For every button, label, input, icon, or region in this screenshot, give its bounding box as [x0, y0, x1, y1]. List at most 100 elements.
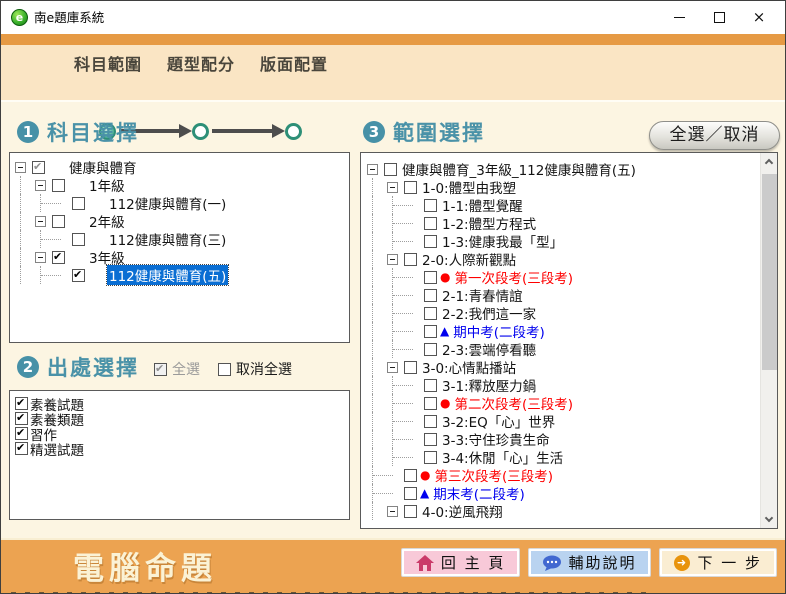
- tree-checkbox[interactable]: [32, 161, 45, 174]
- select-all-toggle-button[interactable]: 全選／取消: [649, 121, 780, 150]
- tree-item-label[interactable]: 1年級: [87, 175, 127, 195]
- window-title: 南e題庫系統: [34, 1, 104, 34]
- tree-checkbox[interactable]: [424, 379, 437, 392]
- select-all-checkbox[interactable]: [154, 363, 167, 376]
- tree-checkbox[interactable]: [424, 397, 437, 410]
- tree-row: 112健康與體育(一): [15, 194, 349, 212]
- tree-item-label[interactable]: 健康與體育: [67, 157, 139, 177]
- tree-checkbox[interactable]: [424, 433, 437, 446]
- tree-item-label[interactable]: 112健康與體育(一): [107, 193, 228, 213]
- tree-checkbox[interactable]: [424, 325, 437, 338]
- deselect-all-control[interactable]: 取消全選: [218, 359, 292, 379]
- tree-row: ▲期中考(二段考): [367, 322, 777, 340]
- tree-checkbox[interactable]: [424, 343, 437, 356]
- tree-checkbox[interactable]: [72, 197, 85, 210]
- tree-checkbox[interactable]: [424, 271, 437, 284]
- tree-item-label[interactable]: 2-1:青春情誼: [440, 285, 525, 305]
- tree-checkbox[interactable]: [424, 217, 437, 230]
- tree-connector: [407, 448, 424, 466]
- tree-item-label[interactable]: 期中考(二段考): [451, 321, 547, 341]
- tree-item-label[interactable]: 1-2:體型方程式: [440, 213, 538, 233]
- tree-item-label[interactable]: 1-3:健康我最「型」: [440, 231, 565, 251]
- tree-checkbox[interactable]: [404, 253, 417, 266]
- tree-expand-toggle[interactable]: [15, 162, 26, 173]
- tree-guide-line: [367, 376, 387, 394]
- tree-expand-toggle[interactable]: [387, 182, 398, 193]
- exam-circle-marker: ●: [440, 396, 450, 410]
- tree-checkbox[interactable]: [404, 505, 417, 518]
- tree-item-label[interactable]: 2-0:人際新觀點: [420, 249, 518, 269]
- tree-item-label[interactable]: 1-0:體型由我塑: [420, 177, 518, 197]
- tree-item-label[interactable]: 第二次段考(三段考): [452, 393, 575, 413]
- tree-guide-line: [367, 502, 387, 520]
- deselect-all-checkbox[interactable]: [218, 363, 231, 376]
- tree-expand-toggle[interactable]: [35, 180, 46, 191]
- source-item-checkbox[interactable]: [15, 397, 28, 410]
- tree-checkbox[interactable]: [52, 215, 65, 228]
- tree-expand-toggle[interactable]: [35, 252, 46, 263]
- tree-guide-line: [367, 178, 387, 196]
- tree-item-label[interactable]: 112健康與體育(三): [107, 229, 228, 249]
- tree-checkbox[interactable]: [424, 235, 437, 248]
- tree-expand-toggle[interactable]: [387, 254, 398, 265]
- minimize-button[interactable]: [659, 1, 699, 33]
- tree-checkbox[interactable]: [404, 361, 417, 374]
- tree-row: 112健康與體育(五): [15, 266, 349, 284]
- tree-checkbox[interactable]: [384, 163, 397, 176]
- accent-stripe: [1, 34, 785, 45]
- tree-item-label[interactable]: 3年級: [87, 247, 127, 267]
- source-item-checkbox[interactable]: [15, 442, 28, 455]
- tree-item-label[interactable]: 第三次段考(三段考): [432, 465, 555, 485]
- tree-expand-toggle[interactable]: [367, 164, 378, 175]
- tree-checkbox[interactable]: [52, 179, 65, 192]
- tree-checkbox[interactable]: [72, 233, 85, 246]
- home-button-label: 回 主 頁: [441, 552, 506, 573]
- source-list-item[interactable]: 素養類題: [15, 411, 349, 426]
- exam-circle-marker: ●: [440, 270, 450, 284]
- tree-checkbox[interactable]: [404, 469, 417, 482]
- tree-checkbox[interactable]: [424, 199, 437, 212]
- step-label-subject-range: 科目範圍: [74, 51, 142, 75]
- maximize-button[interactable]: [699, 1, 739, 33]
- home-button[interactable]: 回 主 頁: [402, 549, 520, 576]
- source-item-checkbox[interactable]: [15, 412, 28, 425]
- scrollbar-thumb[interactable]: [762, 174, 777, 370]
- tree-checkbox[interactable]: [52, 251, 65, 264]
- select-all-control[interactable]: 全選: [154, 359, 200, 379]
- tree-checkbox[interactable]: [424, 451, 437, 464]
- tree-item-label[interactable]: 第一次段考(三段考): [452, 267, 575, 287]
- help-button[interactable]: 輔助說明: [529, 549, 650, 576]
- tree-item-label[interactable]: 2-2:我們這一家: [440, 303, 538, 323]
- tree-checkbox[interactable]: [424, 415, 437, 428]
- tree-item-label[interactable]: 3-1:釋放壓力鍋: [440, 375, 538, 395]
- tree-item-label[interactable]: 3-0:心情點播站: [420, 357, 518, 377]
- tree-item-label[interactable]: 3-4:休閒「心」生活: [440, 447, 565, 467]
- next-step-button[interactable]: ➜ 下 一 步: [660, 549, 776, 576]
- close-button[interactable]: ×: [739, 1, 779, 33]
- source-list-item[interactable]: 精選試題: [15, 441, 349, 456]
- tree-item-label[interactable]: 112健康與體育(五): [107, 265, 228, 285]
- tree-item-label[interactable]: 3-3:守住珍貴生命: [440, 429, 552, 449]
- tree-item-label[interactable]: 1-1:體型覺醒: [440, 195, 525, 215]
- scroll-up-button[interactable]: [761, 153, 778, 170]
- tree-expand-toggle[interactable]: [387, 362, 398, 373]
- tree-item-label[interactable]: 期末考(二段考): [431, 483, 527, 503]
- tree-item-label[interactable]: 2-3:雲端停看聽: [440, 339, 538, 359]
- tree-expand-toggle[interactable]: [387, 506, 398, 517]
- maximize-icon: [714, 12, 725, 23]
- tree-expand-toggle[interactable]: [35, 216, 46, 227]
- tree-checkbox[interactable]: [72, 269, 85, 282]
- tree-checkbox[interactable]: [424, 307, 437, 320]
- section-number-1: 1: [17, 121, 39, 143]
- source-item-checkbox[interactable]: [15, 427, 28, 440]
- scroll-down-button[interactable]: [761, 511, 778, 528]
- vertical-scrollbar[interactable]: [760, 153, 777, 528]
- tree-item-label[interactable]: 健康與體育_3年級_112健康與體育(五): [400, 159, 638, 179]
- tree-item-label[interactable]: 4-0:逆風飛翔: [420, 501, 505, 521]
- tree-item-label[interactable]: 2年級: [87, 211, 127, 231]
- section-number-3: 3: [363, 121, 385, 143]
- tree-checkbox[interactable]: [424, 289, 437, 302]
- tree-checkbox[interactable]: [404, 181, 417, 194]
- tree-checkbox[interactable]: [404, 487, 417, 500]
- tree-item-label[interactable]: 3-2:EQ「心」世界: [440, 411, 557, 431]
